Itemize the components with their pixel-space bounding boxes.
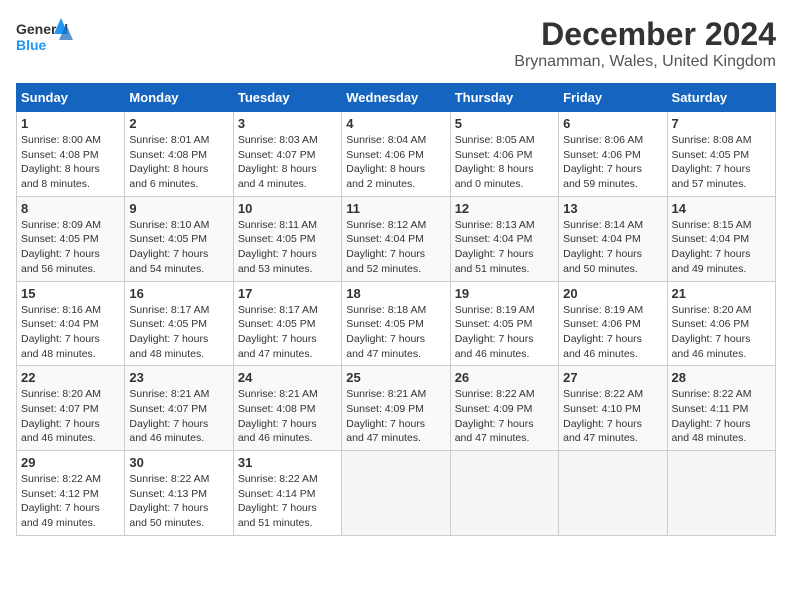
col-wednesday: Wednesday bbox=[342, 84, 450, 112]
day-cell: 1 Sunrise: 8:00 AMSunset: 4:08 PMDayligh… bbox=[17, 112, 125, 197]
table-row: 1 Sunrise: 8:00 AMSunset: 4:08 PMDayligh… bbox=[17, 112, 776, 197]
day-cell: 27 Sunrise: 8:22 AMSunset: 4:10 PMDaylig… bbox=[559, 366, 667, 451]
col-friday: Friday bbox=[559, 84, 667, 112]
day-cell: 3 Sunrise: 8:03 AMSunset: 4:07 PMDayligh… bbox=[233, 112, 341, 197]
day-cell: 11 Sunrise: 8:12 AMSunset: 4:04 PMDaylig… bbox=[342, 196, 450, 281]
col-sunday: Sunday bbox=[17, 84, 125, 112]
col-monday: Monday bbox=[125, 84, 233, 112]
day-cell: 7 Sunrise: 8:08 AMSunset: 4:05 PMDayligh… bbox=[667, 112, 775, 197]
day-cell-empty bbox=[667, 451, 775, 536]
day-cell: 31 Sunrise: 8:22 AMSunset: 4:14 PMDaylig… bbox=[233, 451, 341, 536]
table-row: 8 Sunrise: 8:09 AMSunset: 4:05 PMDayligh… bbox=[17, 196, 776, 281]
col-thursday: Thursday bbox=[450, 84, 558, 112]
day-cell: 25 Sunrise: 8:21 AMSunset: 4:09 PMDaylig… bbox=[342, 366, 450, 451]
col-tuesday: Tuesday bbox=[233, 84, 341, 112]
day-cell: 12 Sunrise: 8:13 AMSunset: 4:04 PMDaylig… bbox=[450, 196, 558, 281]
table-row: 15 Sunrise: 8:16 AMSunset: 4:04 PMDaylig… bbox=[17, 281, 776, 366]
svg-text:Blue: Blue bbox=[16, 37, 47, 53]
day-cell: 26 Sunrise: 8:22 AMSunset: 4:09 PMDaylig… bbox=[450, 366, 558, 451]
col-saturday: Saturday bbox=[667, 84, 775, 112]
day-cell: 13 Sunrise: 8:14 AMSunset: 4:04 PMDaylig… bbox=[559, 196, 667, 281]
day-cell: 23 Sunrise: 8:21 AMSunset: 4:07 PMDaylig… bbox=[125, 366, 233, 451]
day-cell: 16 Sunrise: 8:17 AMSunset: 4:05 PMDaylig… bbox=[125, 281, 233, 366]
day-cell: 6 Sunrise: 8:06 AMSunset: 4:06 PMDayligh… bbox=[559, 112, 667, 197]
location-subtitle: Brynamman, Wales, United Kingdom bbox=[514, 53, 776, 71]
day-cell: 21 Sunrise: 8:20 AMSunset: 4:06 PMDaylig… bbox=[667, 281, 775, 366]
day-cell: 10 Sunrise: 8:11 AMSunset: 4:05 PMDaylig… bbox=[233, 196, 341, 281]
day-cell: 20 Sunrise: 8:19 AMSunset: 4:06 PMDaylig… bbox=[559, 281, 667, 366]
day-cell-empty bbox=[342, 451, 450, 536]
day-cell: 5 Sunrise: 8:05 AMSunset: 4:06 PMDayligh… bbox=[450, 112, 558, 197]
day-cell: 9 Sunrise: 8:10 AMSunset: 4:05 PMDayligh… bbox=[125, 196, 233, 281]
day-cell: 18 Sunrise: 8:18 AMSunset: 4:05 PMDaylig… bbox=[342, 281, 450, 366]
day-cell-empty bbox=[559, 451, 667, 536]
day-cell: 8 Sunrise: 8:09 AMSunset: 4:05 PMDayligh… bbox=[17, 196, 125, 281]
day-cell: 14 Sunrise: 8:15 AMSunset: 4:04 PMDaylig… bbox=[667, 196, 775, 281]
logo: General Blue bbox=[16, 16, 76, 56]
day-cell: 4 Sunrise: 8:04 AMSunset: 4:06 PMDayligh… bbox=[342, 112, 450, 197]
day-cell: 24 Sunrise: 8:21 AMSunset: 4:08 PMDaylig… bbox=[233, 366, 341, 451]
day-cell: 2 Sunrise: 8:01 AMSunset: 4:08 PMDayligh… bbox=[125, 112, 233, 197]
table-row: 29 Sunrise: 8:22 AMSunset: 4:12 PMDaylig… bbox=[17, 451, 776, 536]
day-cell: 19 Sunrise: 8:19 AMSunset: 4:05 PMDaylig… bbox=[450, 281, 558, 366]
day-cell: 17 Sunrise: 8:17 AMSunset: 4:05 PMDaylig… bbox=[233, 281, 341, 366]
day-cell-empty bbox=[450, 451, 558, 536]
title-block: December 2024 Brynamman, Wales, United K… bbox=[514, 16, 776, 71]
day-cell: 15 Sunrise: 8:16 AMSunset: 4:04 PMDaylig… bbox=[17, 281, 125, 366]
table-row: 22 Sunrise: 8:20 AMSunset: 4:07 PMDaylig… bbox=[17, 366, 776, 451]
calendar-table: Sunday Monday Tuesday Wednesday Thursday… bbox=[16, 83, 776, 536]
day-cell: 30 Sunrise: 8:22 AMSunset: 4:13 PMDaylig… bbox=[125, 451, 233, 536]
day-cell: 29 Sunrise: 8:22 AMSunset: 4:12 PMDaylig… bbox=[17, 451, 125, 536]
day-cell: 22 Sunrise: 8:20 AMSunset: 4:07 PMDaylig… bbox=[17, 366, 125, 451]
day-cell: 28 Sunrise: 8:22 AMSunset: 4:11 PMDaylig… bbox=[667, 366, 775, 451]
month-year-title: December 2024 bbox=[514, 16, 776, 53]
